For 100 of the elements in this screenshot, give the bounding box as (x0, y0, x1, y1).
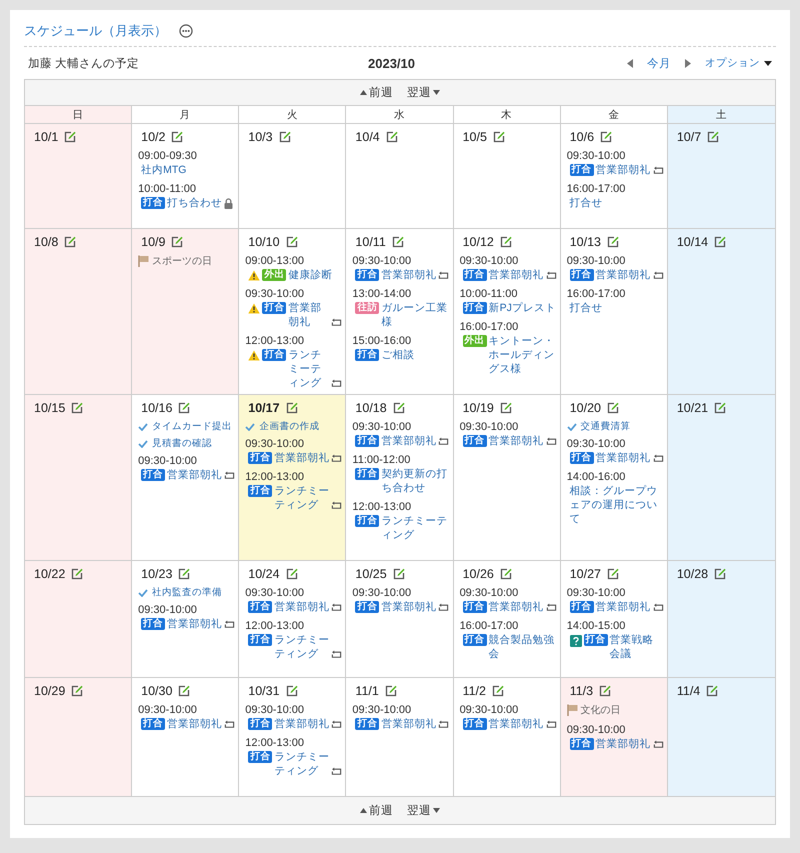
date-label[interactable]: 11/4 (676, 684, 700, 698)
edit-icon[interactable] (71, 568, 84, 580)
next-week-link[interactable]: 翌週 (407, 803, 431, 818)
date-label[interactable]: 10/4 (355, 130, 380, 144)
todo-item[interactable]: タイムカード提出 (152, 420, 232, 433)
edit-icon[interactable] (707, 131, 720, 143)
event-title[interactable]: 営業部朝礼 (596, 451, 651, 465)
event-title[interactable]: ランチミーティング (381, 514, 450, 542)
event-title[interactable]: 営業部朝礼 (288, 301, 330, 329)
event-title[interactable]: 営業部朝礼 (381, 717, 436, 731)
date-label[interactable]: 10/30 (141, 684, 172, 698)
date-label[interactable]: 10/21 (676, 401, 708, 415)
todo-item[interactable]: 見積書の確認 (152, 437, 212, 450)
event-title[interactable]: 営業部朝礼 (381, 600, 436, 614)
edit-icon[interactable] (599, 685, 612, 697)
event-title[interactable]: 打合せ (570, 301, 603, 315)
caret-icon[interactable] (360, 90, 367, 95)
previous-month-icon[interactable] (627, 58, 633, 68)
event-title[interactable]: 営業部朝礼 (381, 434, 436, 448)
date-label[interactable]: 10/16 (141, 401, 172, 415)
edit-icon[interactable] (492, 131, 505, 143)
edit-icon[interactable] (171, 131, 184, 143)
edit-icon[interactable] (71, 685, 84, 697)
event-title[interactable]: 営業部朝礼 (596, 268, 651, 282)
edit-icon[interactable] (706, 685, 718, 697)
edit-icon[interactable] (286, 685, 298, 697)
event-title[interactable]: ガルーン工業様 (381, 301, 450, 329)
edit-icon[interactable] (178, 402, 190, 414)
edit-icon[interactable] (386, 131, 398, 143)
event-title[interactable]: 相談：グループウェアの運用について (570, 484, 664, 526)
date-label[interactable]: 10/27 (570, 567, 601, 581)
event-title[interactable]: 営業部朝礼 (488, 434, 544, 448)
edit-icon[interactable] (178, 685, 190, 697)
event-title[interactable]: 営業部朝礼 (381, 268, 436, 282)
page-title[interactable]: スケジュール（月表示） (24, 22, 167, 40)
edit-icon[interactable] (714, 402, 726, 414)
event-title[interactable]: 営業戦略会議 (610, 633, 664, 661)
date-label[interactable]: 10/3 (248, 130, 273, 144)
caret-icon[interactable] (433, 90, 440, 95)
edit-icon[interactable] (606, 236, 619, 248)
edit-icon[interactable] (606, 568, 619, 580)
edit-icon[interactable] (178, 568, 190, 580)
event-title[interactable]: 社内MTG (141, 163, 186, 177)
edit-icon[interactable] (714, 568, 726, 580)
date-label[interactable]: 11/3 (570, 684, 594, 698)
event-title[interactable]: 営業部朝礼 (596, 737, 651, 751)
more-icon[interactable] (179, 24, 193, 38)
edit-icon[interactable] (600, 131, 612, 143)
event-title[interactable]: キントーン・ホールディングス様 (488, 334, 557, 376)
edit-icon[interactable] (606, 402, 619, 414)
event-title[interactable]: ランチミーティング (274, 633, 330, 661)
date-label[interactable]: 10/7 (676, 130, 702, 144)
date-label[interactable]: 10/14 (676, 235, 708, 249)
event-title[interactable]: 営業部朝礼 (167, 717, 222, 731)
event-title[interactable]: ランチミーティング (274, 484, 330, 512)
caret-icon[interactable] (764, 60, 772, 66)
date-label[interactable]: 10/31 (248, 684, 280, 698)
date-label[interactable]: 10/19 (462, 401, 494, 415)
event-title[interactable]: 営業部朝礼 (274, 600, 330, 614)
next-week-link[interactable]: 翌週 (407, 85, 431, 100)
date-label[interactable]: 11/1 (355, 684, 379, 698)
edit-icon[interactable] (71, 402, 84, 414)
event-title[interactable]: ランチミーティング (274, 750, 330, 778)
event-title[interactable]: ランチミーティング (288, 348, 330, 390)
edit-icon[interactable] (392, 236, 404, 248)
edit-icon[interactable] (392, 568, 405, 580)
date-label[interactable]: 10/9 (141, 235, 166, 249)
event-title[interactable]: 営業部朝礼 (488, 268, 544, 282)
edit-icon[interactable] (500, 568, 512, 580)
date-label[interactable]: 10/1 (34, 130, 58, 144)
date-label[interactable]: 10/6 (570, 130, 594, 144)
date-label[interactable]: 10/25 (355, 567, 387, 581)
todo-item[interactable]: 交通費清算 (580, 420, 631, 433)
edit-icon[interactable] (500, 236, 512, 248)
date-label[interactable]: 10/20 (570, 401, 601, 415)
caret-icon[interactable] (433, 808, 440, 813)
event-title[interactable]: 営業部朝礼 (596, 600, 651, 614)
edit-icon[interactable] (392, 402, 405, 414)
edit-icon[interactable] (171, 236, 184, 248)
event-title[interactable]: 営業部朝礼 (596, 163, 651, 177)
caret-icon[interactable] (360, 808, 367, 813)
event-title[interactable]: 契約更新の打ち合わせ (381, 467, 450, 495)
next-month-icon[interactable] (685, 58, 691, 68)
event-title[interactable]: 営業部朝礼 (274, 717, 330, 731)
date-label[interactable]: 10/28 (676, 567, 708, 581)
edit-icon[interactable] (286, 402, 298, 414)
date-label[interactable]: 10/24 (248, 567, 280, 581)
event-title[interactable]: 競合製品勉強会 (488, 633, 557, 661)
date-label[interactable]: 10/17 (248, 401, 280, 415)
todo-item[interactable]: 社内監査の準備 (152, 586, 222, 599)
edit-icon[interactable] (286, 568, 298, 580)
date-label[interactable]: 10/26 (462, 567, 494, 581)
date-label[interactable]: 10/22 (34, 567, 66, 581)
date-label[interactable]: 10/18 (355, 401, 387, 415)
edit-icon[interactable] (286, 236, 298, 248)
date-label[interactable]: 10/10 (248, 235, 280, 249)
edit-icon[interactable] (492, 685, 504, 697)
options-menu[interactable]: オプション (705, 56, 760, 70)
date-label[interactable]: 10/5 (462, 130, 487, 144)
edit-icon[interactable] (384, 685, 397, 697)
